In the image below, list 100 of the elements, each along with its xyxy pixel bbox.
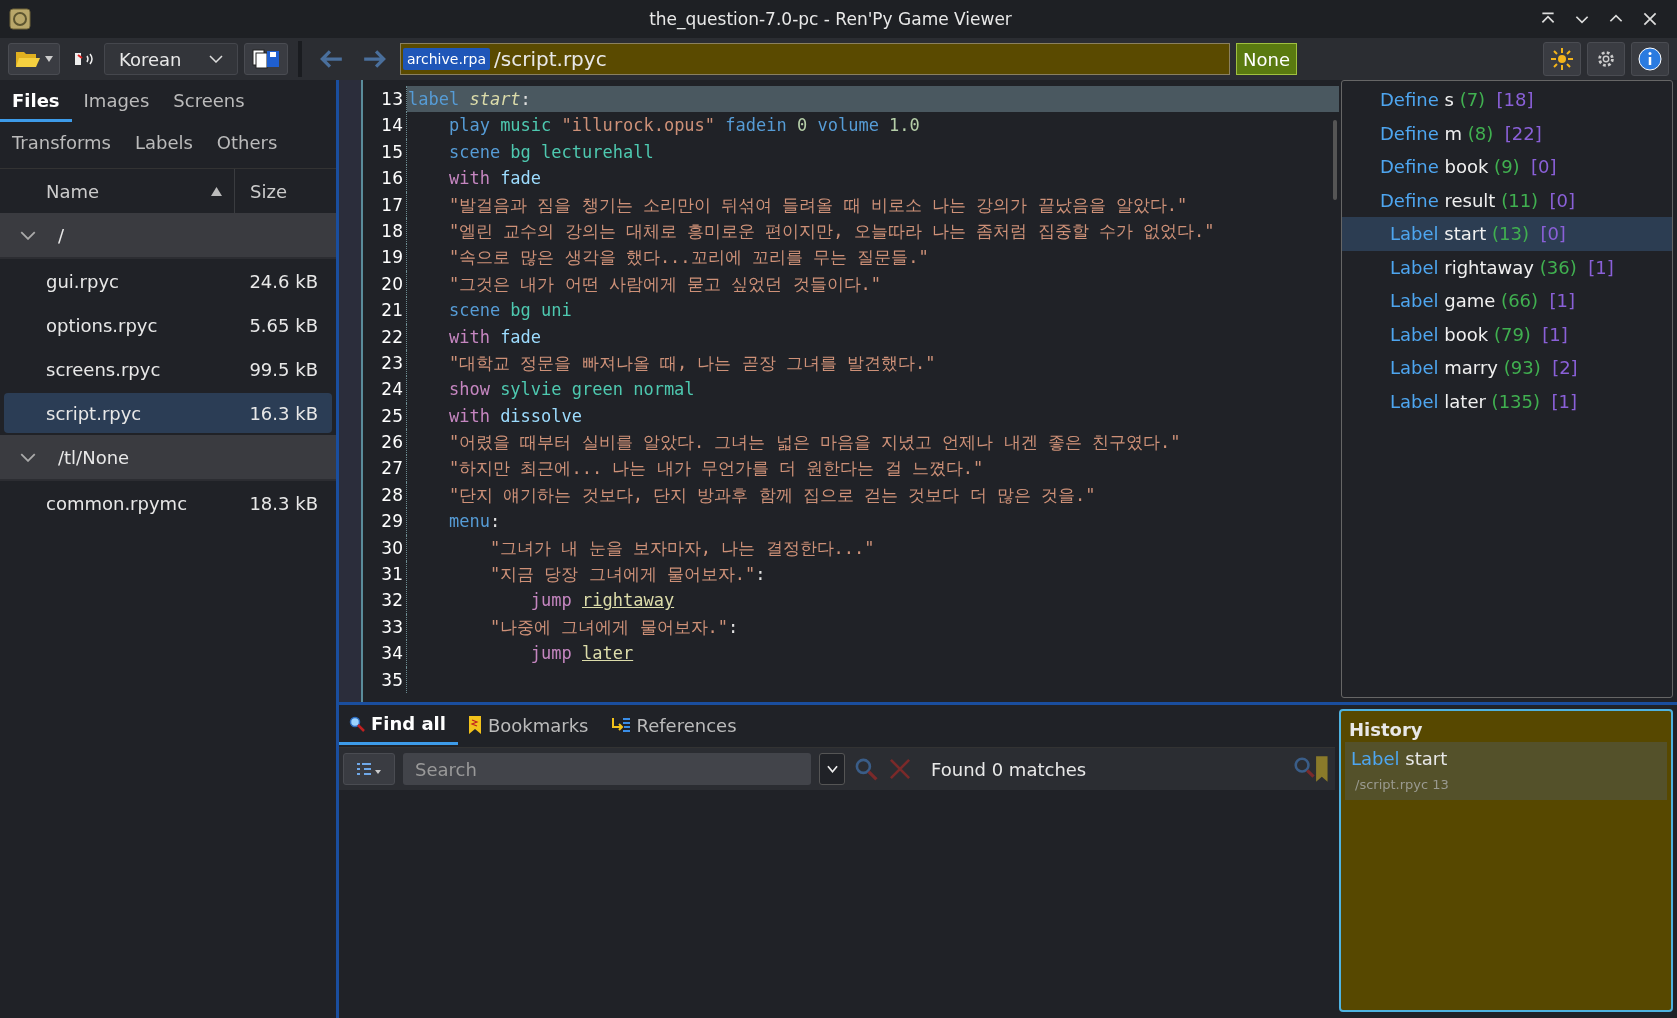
chevron-icon — [826, 765, 838, 773]
outline-item[interactable]: Label book (79) [1] — [1342, 317, 1672, 351]
open-folder-button[interactable] — [8, 43, 60, 75]
outline-item[interactable]: Define book (9) [0] — [1342, 150, 1672, 184]
close-icon[interactable] — [1641, 10, 1659, 28]
code-line: show sylvie green normal — [447, 378, 696, 402]
code-line: "그녀가 내 눈을 보자마자, 나는 결정한다..." — [488, 536, 876, 560]
folder-row[interactable]: /tl/None — [0, 435, 336, 481]
outline-item[interactable]: Define s (7) [18] — [1342, 83, 1672, 117]
code-line: with fade — [447, 325, 543, 349]
line-number: 22 — [363, 323, 407, 350]
sidebar-tab[interactable]: Others — [204, 122, 290, 164]
code-line: scene bg lecturehall — [447, 140, 655, 164]
code-line: menu: — [447, 510, 502, 534]
copy-save-button[interactable] — [244, 43, 288, 75]
chevron-icon[interactable] — [20, 452, 36, 462]
line-number: 29 — [363, 508, 407, 535]
code-line: scene bg uni — [447, 299, 573, 323]
file-row[interactable]: gui.rpyc 24.6 kB — [4, 261, 332, 301]
back-arrow-icon[interactable] — [318, 48, 344, 70]
file-name: options.rpyc — [45, 314, 159, 336]
outline-item[interactable]: Label marry (93) [2] — [1342, 351, 1672, 385]
path-text: /script.rpyc — [494, 47, 607, 71]
sidebar-tab[interactable]: Labels — [122, 122, 205, 164]
line-number: 19 — [363, 244, 407, 271]
info-button[interactable] — [1631, 42, 1669, 76]
code-line: with dissolve — [447, 404, 583, 428]
sidebar-tab[interactable]: Images — [71, 80, 162, 122]
outline-item[interactable]: Label start (13) [0] — [1342, 217, 1672, 251]
line-number: 18 — [363, 217, 407, 245]
theme-button[interactable] — [1543, 42, 1581, 76]
line-number: 14 — [363, 112, 407, 139]
code-line: "지금 당장 그녀에게 물어보자.": — [488, 563, 767, 587]
info-icon — [1638, 47, 1662, 71]
panel-tab[interactable]: References — [600, 705, 749, 745]
file-name: common.rpymc — [45, 492, 189, 514]
settings-button[interactable] — [1587, 42, 1625, 76]
bookmark-icon — [467, 716, 482, 734]
line-number: 23 — [363, 349, 407, 377]
outline-item[interactable]: Define result (11) [0] — [1342, 183, 1672, 217]
sidebar-tab[interactable]: Screens — [161, 80, 257, 122]
search-field[interactable]: Search — [403, 753, 811, 785]
match-count: Found 0 matches — [931, 758, 1087, 780]
history-entry[interactable]: Label start /script.rpyc 13 — [1345, 742, 1667, 800]
file-row[interactable]: options.rpyc 5.65 kB — [4, 305, 332, 345]
file-name: script.rpyc — [45, 402, 143, 424]
line-number: 33 — [363, 613, 407, 641]
line-number: 30 — [363, 534, 407, 562]
panel-tab[interactable]: Bookmarks — [457, 705, 601, 745]
line-number: 35 — [363, 666, 407, 693]
line-number: 25 — [363, 402, 407, 430]
caret-icon — [45, 56, 53, 62]
line-number: 17 — [363, 191, 407, 218]
folder-icon — [15, 49, 41, 69]
file-row[interactable]: screens.rpyc 99.5 kB — [4, 349, 332, 389]
code-line: "엘린 교수의 강의는 대체로 흥미로운 편이지만, 오늘따라 나는 좀처럼 집중할 수가 없었다." — [447, 219, 1216, 243]
chevron-icon — [209, 55, 223, 63]
file-row[interactable]: script.rpyc 16.3 kB — [4, 393, 332, 433]
outline-item[interactable]: Define m (8) [22] — [1342, 116, 1672, 150]
code-line: "발걸음과 짐을 챙기는 소리만이 뒤섞여 들려올 때 비로소 나는 강의가 끝났음을 알았다." — [447, 193, 1189, 217]
archive-tag: archive.rpa — [403, 48, 491, 70]
translation-button[interactable]: None — [1236, 43, 1297, 75]
file-size: 18.3 kB — [249, 492, 319, 514]
language-dropdown[interactable]: Korean — [104, 43, 238, 75]
code-line: with fade — [447, 167, 543, 191]
code-line: "어렸을 때부터 실비를 알았다. 그녀는 넓은 마음을 지녔고 언제나 내겐 좋은 친구였다." — [447, 431, 1182, 455]
settings-icon — [1595, 48, 1617, 70]
search-icon — [349, 715, 365, 732]
outline-item[interactable]: Label rightaway (36) [1] — [1342, 250, 1672, 284]
column-header[interactable]: Size — [235, 169, 287, 213]
line-number: 32 — [363, 587, 407, 614]
list-options-button[interactable] — [343, 753, 395, 785]
code-line: "단지 얘기하는 것보다, 단지 방과후 함께 집으로 걷는 것보다 더 많은 것을." — [447, 483, 1097, 507]
outline-item[interactable]: Label later (135) [1] — [1342, 384, 1672, 418]
scrollbar[interactable] — [1333, 120, 1337, 200]
file-row[interactable]: common.rpymc 18.3 kB — [4, 483, 332, 523]
line-number: 15 — [363, 138, 407, 166]
sidebar-tab[interactable]: Transforms — [0, 122, 123, 164]
chevron-icon[interactable] — [20, 230, 36, 240]
sun-icon — [1550, 47, 1574, 71]
sidebar-tab[interactable]: Files — [0, 80, 72, 122]
history-label: Label start — [1351, 748, 1448, 769]
path-field[interactable]: archive.rpa /script.rpyc — [400, 43, 1230, 75]
window-title: the_question-7.0-pc - Ren'Py Game Viewer — [648, 9, 1013, 29]
line-number: 34 — [363, 640, 407, 667]
panel-tab[interactable]: Find all — [339, 705, 458, 745]
list-icon — [356, 762, 382, 776]
line-number: 16 — [363, 165, 407, 192]
line-number: 31 — [363, 561, 407, 588]
folder-row[interactable]: / — [0, 213, 336, 259]
file-size: 16.3 kB — [249, 402, 319, 424]
line-number: 24 — [363, 376, 407, 403]
outline-item[interactable]: Label game (66) [1] — [1342, 284, 1672, 318]
file-size: 24.6 kB — [249, 270, 319, 292]
copy-save-icon — [251, 48, 281, 70]
code-line: "속으로 많은 생각을 했다...꼬리에 꼬리를 무는 질문들." — [447, 246, 930, 270]
code-line: jump later — [529, 642, 635, 666]
references-icon — [610, 717, 631, 733]
search-history-dropdown[interactable] — [819, 753, 845, 785]
forward-arrow-icon[interactable] — [362, 48, 388, 70]
